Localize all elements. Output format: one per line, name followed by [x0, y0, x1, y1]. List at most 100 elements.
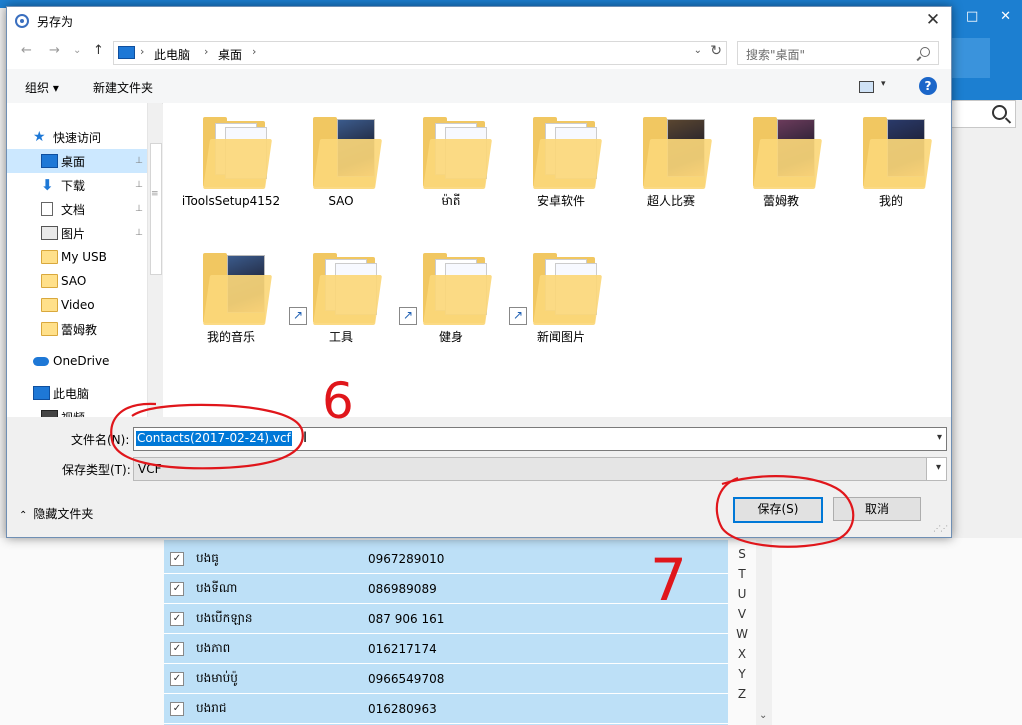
shortcut-arrow-icon: ↗	[399, 307, 417, 325]
chevron-down-icon[interactable]: ⌄	[694, 45, 702, 56]
breadcrumb-this-pc[interactable]: 此电脑	[154, 46, 190, 63]
filename-input[interactable]: Contacts(2017-02-24).vcf I ▾	[133, 427, 947, 451]
folder-label: iToolsSetup4152	[181, 194, 281, 208]
save-options-panel: 文件名(N): Contacts(2017-02-24).vcf I ▾ 保存类…	[7, 417, 951, 537]
address-bar[interactable]: › 此电脑 › 桌面 › ⌄ ↻	[113, 41, 727, 65]
up-arrow-icon[interactable]: ↑	[93, 43, 104, 58]
search-input[interactable]: 搜索"桌面"	[737, 41, 939, 65]
scroll-down-icon[interactable]: ⌄	[759, 710, 767, 721]
save-button[interactable]: 保存(S)	[733, 497, 823, 523]
nav-item[interactable]: OneDrive	[7, 349, 147, 373]
folder-item[interactable]: ↗ 工具	[289, 243, 391, 371]
recent-locations-icon[interactable]: ⌄	[73, 45, 81, 56]
alphabet-letter[interactable]: T	[732, 564, 752, 584]
view-icon[interactable]	[859, 81, 874, 93]
nav-item[interactable]: Video	[7, 293, 147, 317]
shortcut-arrow-icon: ↗	[289, 307, 307, 325]
nav-item-label: 图片	[61, 226, 86, 241]
nav-item-label: 此电脑	[53, 386, 90, 401]
nav-item[interactable]: 图片 ⊥	[7, 221, 147, 245]
search-placeholder: 搜索"桌面"	[746, 48, 806, 62]
folder-label: SAO	[328, 194, 354, 208]
alphabet-letter[interactable]: W	[732, 624, 752, 644]
nav-item[interactable]: 视频	[7, 405, 147, 417]
folder-label: 新闻图片	[536, 330, 585, 344]
chevron-down-icon[interactable]: ▾	[937, 432, 942, 443]
filename-value[interactable]: Contacts(2017-02-24).vcf	[136, 431, 292, 446]
folder-item[interactable]: 蕾姆教	[731, 107, 831, 235]
chevron-down-icon[interactable]: ▾	[936, 462, 941, 473]
folder-icon	[203, 253, 273, 325]
breadcrumb-separator: ›	[252, 45, 257, 58]
navigation-pane: ★ 快速访问 桌面 ⊥ ⬇ 下载 ⊥ 文档 ⊥ 图片 ⊥ My USB SAO Video 蕾姆教 OneDr…	[7, 103, 147, 417]
nav-item[interactable]: ★ 快速访问	[7, 125, 147, 149]
background-search-box[interactable]	[950, 100, 1016, 128]
maximize-icon[interactable]: □	[966, 9, 978, 24]
alphabet-letter[interactable]: U	[732, 584, 752, 604]
contacts-scrollbar[interactable]: ⌄	[756, 540, 772, 725]
nav-item[interactable]: My USB	[7, 245, 147, 269]
checkbox[interactable]: ✓	[170, 581, 184, 596]
close-icon[interactable]: ✕	[923, 10, 943, 30]
nav-item-label: 视频	[61, 409, 85, 418]
alphabet-letter[interactable]: V	[732, 604, 752, 624]
new-folder-button[interactable]: 新建文件夹	[93, 79, 153, 96]
contact-row[interactable]: ✓ បងធូ 0967289010	[164, 544, 728, 574]
search-icon[interactable]	[992, 105, 1007, 120]
contact-row[interactable]: ✓ បងបើកឡាន 087 906 161	[164, 604, 728, 634]
forward-arrow-icon[interactable]: →	[49, 43, 60, 58]
folder-item[interactable]: iToolsSetup4152	[181, 107, 281, 235]
checkbox[interactable]: ✓	[170, 641, 184, 656]
nav-item[interactable]: 桌面 ⊥	[7, 149, 147, 173]
checkbox[interactable]: ✓	[170, 551, 184, 566]
refresh-icon[interactable]: ↻	[710, 43, 722, 59]
folder-item[interactable]: ម៉ាតី	[401, 107, 501, 235]
folder-item[interactable]: ↗ 新闻图片	[509, 243, 611, 371]
cancel-button[interactable]: 取消	[833, 497, 921, 521]
resize-grip[interactable]: ⋰⋰	[933, 524, 948, 533]
hide-folders-label: 隐藏文件夹	[33, 507, 94, 521]
folder-item[interactable]: SAO	[291, 107, 391, 235]
alphabet-letter[interactable]: Y	[732, 664, 752, 684]
nav-item-label: 快速访问	[53, 130, 102, 145]
contact-row[interactable]: ✓ បងមាប់ប៉ូ 0966549708	[164, 664, 728, 694]
help-icon[interactable]: ?	[919, 77, 937, 95]
alphabet-letter[interactable]: X	[732, 644, 752, 664]
view-dropdown-icon[interactable]: ▾	[881, 79, 886, 89]
contact-row[interactable]: ✓ បងរាជ 016280963	[164, 694, 728, 724]
checkbox[interactable]: ✓	[170, 611, 184, 626]
filetype-select[interactable]: VCF ▾	[133, 457, 947, 481]
nav-item[interactable]: ⬇ 下载 ⊥	[7, 173, 147, 197]
alphabet-letter[interactable]: Z	[732, 684, 752, 704]
folder-item[interactable]: ↗ 健身	[399, 243, 501, 371]
hide-folders-toggle[interactable]: ⌃ 隐藏文件夹	[19, 505, 93, 522]
pin-icon: ⊥	[135, 204, 143, 214]
folder-item[interactable]: 超人比赛	[621, 107, 721, 235]
close-icon[interactable]: ✕	[1000, 9, 1011, 24]
download-icon: ⬇	[41, 176, 54, 194]
nav-item[interactable]: SAO	[7, 269, 147, 293]
dialog-title-bar: 另存为 ✕	[7, 7, 951, 35]
folder-item[interactable]: 我的	[841, 107, 941, 235]
contact-row[interactable]: ✓ បងទីណា 086989089	[164, 574, 728, 604]
nav-item[interactable]: 蕾姆教	[7, 317, 147, 341]
navigation-pane-scrollbar[interactable]: ≡	[147, 103, 162, 417]
contact-row[interactable]: ✓ បងភាព 016217174	[164, 634, 728, 664]
alphabet-letter[interactable]: S	[732, 544, 752, 564]
scrollbar-thumb[interactable]	[150, 143, 162, 275]
alphabet-index: STUVWXYZ	[732, 544, 752, 704]
nav-item[interactable]: 此电脑	[7, 381, 147, 405]
breadcrumb-desktop[interactable]: 桌面	[218, 46, 242, 63]
folder-icon	[753, 117, 823, 189]
nav-item[interactable]: 文档 ⊥	[7, 197, 147, 221]
checkbox[interactable]: ✓	[170, 671, 184, 686]
folder-item[interactable]: 安卓软件	[511, 107, 611, 235]
folder-item[interactable]: 我的音乐	[181, 243, 281, 371]
contact-phone: 086989089	[368, 581, 437, 596]
background-accent-tile	[950, 38, 990, 78]
picture-icon	[41, 226, 58, 240]
checkbox[interactable]: ✓	[170, 701, 184, 716]
back-arrow-icon[interactable]: ←	[21, 43, 32, 58]
search-icon[interactable]	[920, 47, 930, 57]
organize-menu[interactable]: 组织 ▾	[25, 79, 59, 96]
